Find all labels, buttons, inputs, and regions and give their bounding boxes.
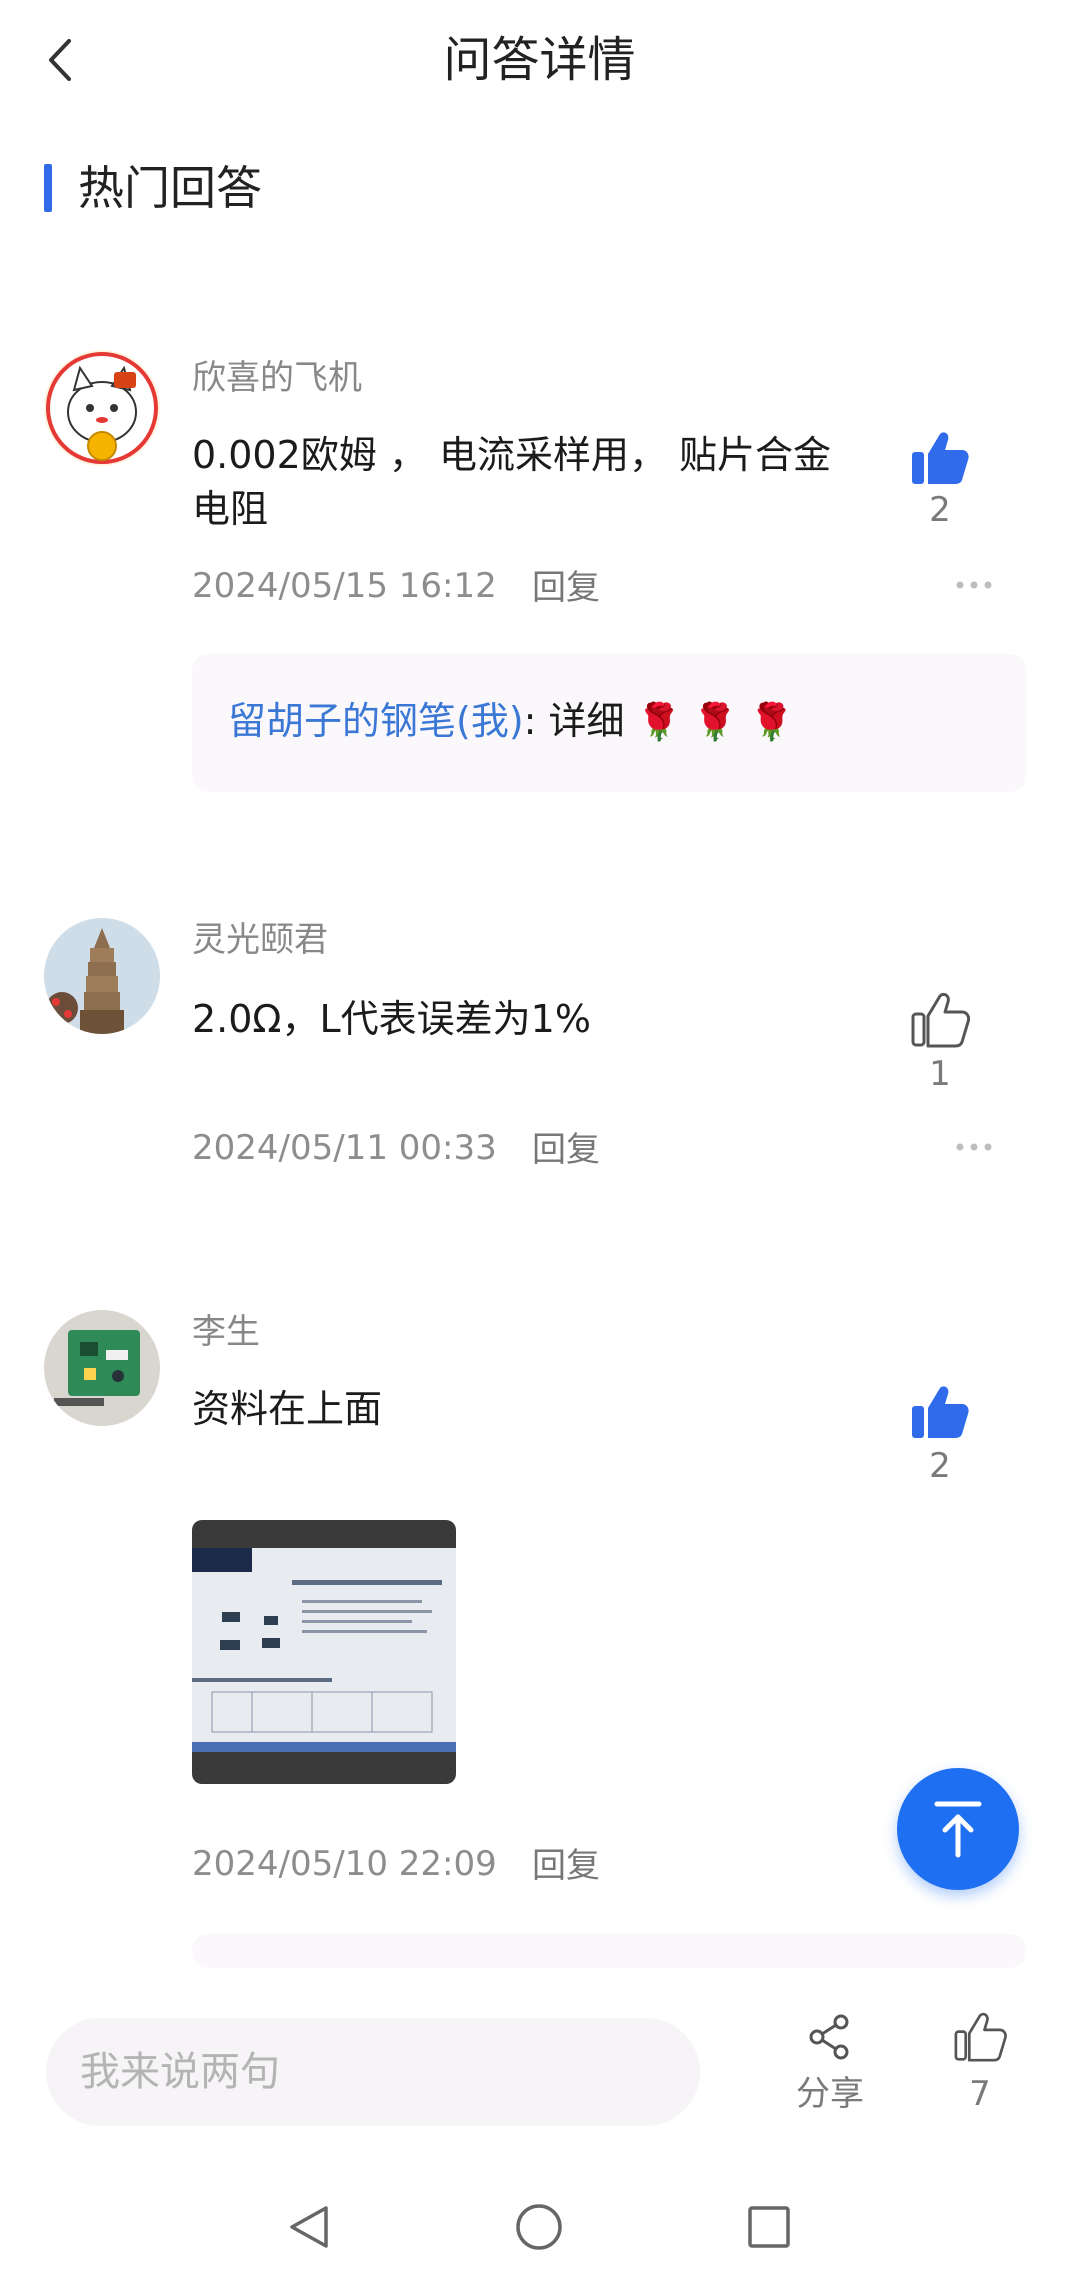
answer-content: 资料在上面	[192, 1387, 383, 1431]
share-icon	[809, 2014, 849, 2060]
arrow-up-to-top-icon	[934, 1801, 982, 1858]
author-name[interactable]: 欣喜的飞机	[192, 356, 362, 400]
like-count: 1	[929, 1054, 951, 1094]
bottom-like-button[interactable]: 7	[950, 2010, 1010, 2130]
circuit-board-avatar-image	[44, 1310, 160, 1426]
bottom-like-count: 7	[969, 2074, 991, 2114]
like-count: 2	[929, 1446, 951, 1486]
answer-content: 2.0Ω，L代表误差为1%	[192, 997, 591, 1041]
rose-emoji: 🌹 🌹 🌹	[636, 702, 794, 743]
back-to-top-button[interactable]	[897, 1768, 1019, 1890]
answer-content: 0.002欧姆 ， 电流采样用， 贴片合金电阻	[192, 433, 832, 531]
thumbs-up-filled-icon	[912, 432, 969, 484]
like-button[interactable]	[910, 992, 971, 1052]
more-dots-icon[interactable]	[954, 560, 994, 600]
datasheet-photo	[192, 1520, 456, 1784]
reply-author[interactable]: 留胡子的钢笔(我)	[228, 699, 524, 743]
page-title: 问答详情	[443, 32, 636, 88]
system-nav-bar	[0, 2170, 1079, 2285]
avatar[interactable]	[44, 1310, 160, 1426]
like-button[interactable]	[910, 430, 970, 490]
share-label: 分享	[796, 2074, 864, 2114]
comment-placeholder[interactable]: 我来说两句	[80, 2044, 280, 2100]
author-name[interactable]: 李生	[192, 1310, 260, 1354]
thumbs-up-outline-icon	[954, 2012, 1007, 2062]
avatar[interactable]	[44, 350, 160, 466]
more-dots-icon-graphic	[956, 1143, 992, 1151]
reply-box	[192, 1934, 1026, 1968]
answer-time: 2024/05/10 22:09	[192, 1844, 497, 1884]
like-count: 2	[929, 490, 951, 530]
nav-back-button[interactable]	[284, 2202, 334, 2252]
like-button[interactable]	[910, 1384, 970, 1444]
answer-time: 2024/05/11 00:33	[192, 1128, 497, 1168]
answer-time: 2024/05/15 16:12	[192, 566, 497, 606]
share-button[interactable]: 分享	[790, 2010, 870, 2130]
reply-text: : 详细	[523, 699, 625, 743]
avatar[interactable]	[44, 918, 160, 1034]
nav-home-circle-icon	[516, 2204, 562, 2250]
nav-back-triangle-icon	[290, 2206, 328, 2248]
reply-link[interactable]: 回复	[532, 1128, 600, 1172]
reply-link[interactable]: 回复	[532, 566, 600, 610]
section-accent-bar	[44, 164, 52, 212]
thumbs-up-outline-icon	[911, 992, 971, 1048]
more-dots-icon[interactable]	[954, 1122, 994, 1162]
author-name[interactable]: 灵光颐君	[192, 918, 328, 962]
attachment-image[interactable]	[192, 1520, 456, 1784]
lucky-cat-avatar-image	[44, 350, 160, 466]
pagoda-avatar-image	[44, 918, 160, 1034]
reply-box[interactable]: 留胡子的钢笔(我): 详细 🌹 🌹 🌹	[192, 654, 1026, 792]
more-dots-icon-graphic	[956, 581, 992, 589]
thumbs-up-filled-icon	[912, 1386, 969, 1438]
reply-link[interactable]: 回复	[532, 1844, 600, 1888]
section-title: 热门回答	[78, 161, 262, 215]
nav-home-button[interactable]	[514, 2202, 564, 2252]
nav-recents-square-icon	[748, 2206, 790, 2248]
nav-recents-button[interactable]	[744, 2202, 794, 2252]
reply-item: 留胡子的钢笔(我): 详细 🌹 🌹 🌹	[228, 694, 794, 750]
